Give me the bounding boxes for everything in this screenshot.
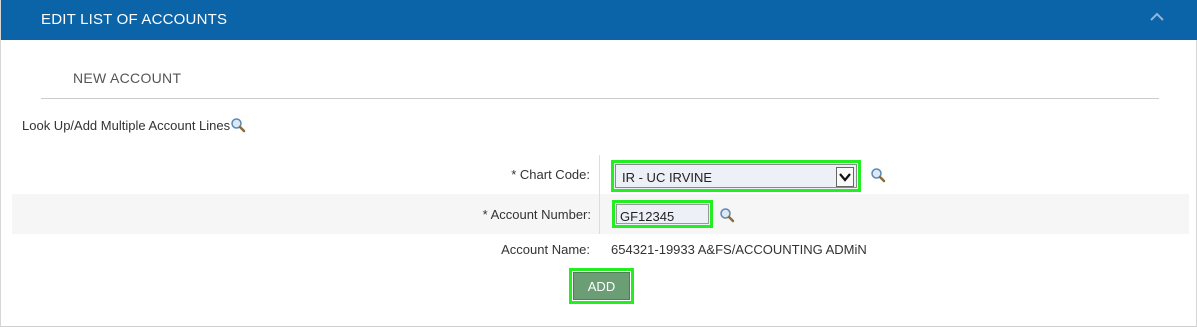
section-divider — [41, 98, 1159, 99]
panel-title: EDIT LIST OF ACCOUNTS — [41, 11, 228, 28]
account-number-row — [12, 194, 1189, 234]
account-name-value: 654321-19933 A&FS/ACCOUNTING ADMiN — [611, 242, 867, 257]
edit-accounts-panel: EDIT LIST OF ACCOUNTS NEW ACCOUNT Look U… — [0, 0, 1197, 327]
add-button-label[interactable]: ADD — [573, 272, 630, 300]
lookup-multiple-accounts-link[interactable]: Look Up/Add Multiple Account Lines — [22, 117, 246, 133]
account-number-input[interactable]: GF12345 — [612, 200, 713, 228]
chart-code-select[interactable]: IR - UC IRVINE — [611, 160, 861, 192]
magnifier-icon[interactable] — [230, 117, 246, 133]
chart-code-value: IR - UC IRVINE — [622, 170, 713, 185]
section-title: NEW ACCOUNT — [73, 70, 182, 86]
account-number-label: * Account Number: — [482, 207, 591, 222]
form-column-divider — [599, 155, 600, 234]
chevron-up-icon[interactable] — [1148, 10, 1166, 24]
add-button[interactable]: ADD — [569, 268, 634, 304]
chart-code-lookup-icon[interactable] — [870, 167, 886, 183]
lookup-link-label[interactable]: Look Up/Add Multiple Account Lines — [22, 118, 230, 133]
chart-code-label: * Chart Code: — [511, 167, 590, 182]
chevron-down-icon[interactable] — [836, 167, 854, 187]
account-number-lookup-icon[interactable] — [719, 207, 735, 223]
panel-header: EDIT LIST OF ACCOUNTS — [1, 0, 1197, 40]
account-name-label: Account Name: — [501, 242, 590, 257]
account-number-value: GF12345 — [620, 209, 675, 224]
